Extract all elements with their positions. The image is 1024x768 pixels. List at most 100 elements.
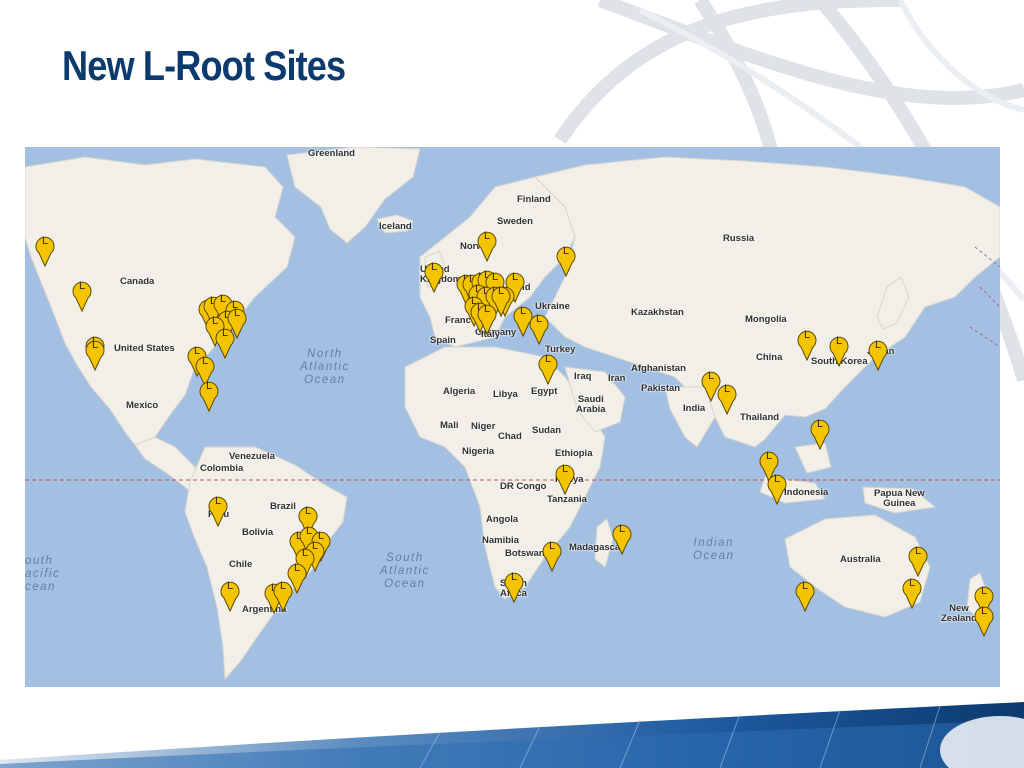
country-label-india: India [683, 403, 706, 414]
country-label-spain: Spain [430, 335, 456, 346]
l-root-site-marker[interactable]: L [424, 259, 444, 294]
marker-letter: L [908, 577, 916, 589]
marker-letter: L [201, 355, 209, 367]
country-label-iraq: Iraq [574, 371, 592, 382]
l-root-site-marker[interactable]: L [72, 278, 92, 313]
country-label-tanzania: Tanzania [547, 494, 587, 505]
marker-letter: L [221, 327, 229, 339]
ocean-label-indian: Indian Ocean [693, 537, 735, 562]
l-root-site-marker[interactable]: L [273, 578, 293, 613]
l-root-site-marker[interactable]: L [795, 578, 815, 613]
marker-letter: L [980, 605, 988, 617]
marker-letter: L [835, 335, 843, 347]
country-label-nigeria: Nigeria [462, 446, 495, 457]
l-root-site-marker[interactable]: L [542, 538, 562, 573]
country-label-kazakhstan: Kazakhstan [631, 307, 684, 318]
marker-letter: L [483, 230, 491, 242]
marker-letter: L [293, 562, 301, 574]
l-root-site-marker[interactable]: L [85, 337, 105, 372]
marker-letter: L [226, 580, 234, 592]
country-label-new-zealand: New Zealand [941, 603, 977, 624]
marker-letter: L [874, 339, 882, 351]
l-root-site-marker[interactable]: L [538, 351, 558, 386]
country-label-papua-new-guinea: Papua New Guinea [874, 488, 925, 509]
country-label-saudi-arabia: Saudi Arabia [576, 394, 606, 415]
marker-letter: L [511, 271, 519, 283]
marker-letter: L [544, 353, 552, 365]
country-label-sweden: Sweden [497, 216, 533, 227]
l-root-site-marker[interactable]: L [868, 337, 888, 372]
country-label-russia: Russia [723, 233, 755, 244]
marker-letter: L [91, 339, 99, 351]
country-label-egypt: Egypt [531, 386, 558, 397]
map-base [25, 147, 1000, 687]
l-root-site-marker[interactable]: L [529, 311, 549, 346]
ocean-label-south-atlantic: South Atlantic Ocean [380, 552, 430, 590]
l-root-site-marker[interactable]: L [902, 575, 922, 610]
ocean-label-north-atlantic: North Atlantic Ocean [300, 348, 350, 386]
country-label-afghanistan: Afghanistan [631, 363, 686, 374]
l-root-site-marker[interactable]: L [829, 333, 849, 368]
l-root-site-marker[interactable]: L [556, 243, 576, 278]
marker-letter: L [430, 261, 438, 273]
l-root-site-marker[interactable]: L [908, 543, 928, 578]
country-label-finland: Finland [517, 194, 551, 205]
country-label-sudan: Sudan [532, 425, 562, 436]
country-label-mongolia: Mongolia [745, 314, 787, 325]
country-label-united-states: United States [114, 343, 175, 354]
marker-letter: L [816, 418, 824, 430]
footer-band-graphic [0, 702, 1024, 768]
country-label-australia: Australia [840, 554, 881, 565]
marker-letter: L [78, 280, 86, 292]
marker-letter: L [980, 585, 988, 597]
country-label-chad: Chad [498, 431, 522, 442]
marker-letter: L [205, 380, 213, 392]
country-label-mexico: Mexico [126, 400, 159, 411]
slide: New L-Root Sites North Atlantic Ocean So… [0, 0, 1024, 768]
l-root-site-marker[interactable]: L [199, 378, 219, 413]
marker-letter: L [491, 271, 499, 283]
country-label-mali: Mali [440, 420, 459, 431]
marker-letter: L [801, 580, 809, 592]
l-root-site-marker[interactable]: L [810, 416, 830, 451]
marker-letter: L [914, 545, 922, 557]
l-root-site-marker[interactable]: L [35, 233, 55, 268]
l-root-site-marker[interactable]: L [477, 228, 497, 263]
marker-letter: L [304, 505, 312, 517]
l-root-site-marker[interactable]: L [797, 327, 817, 362]
l-root-site-marker[interactable]: L [974, 603, 994, 638]
marker-letter: L [723, 383, 731, 395]
country-label-namibia: Namibia [482, 535, 519, 546]
l-root-site-marker[interactable]: L [491, 283, 511, 318]
l-root-site-marker[interactable]: L [220, 578, 240, 613]
country-label-canada: Canada [120, 276, 155, 287]
country-label-ethiopia: Ethiopia [555, 448, 593, 459]
marker-letter: L [214, 495, 222, 507]
country-label-niger: Niger [471, 421, 496, 432]
l-root-site-marker[interactable]: L [208, 493, 228, 528]
l-root-site-marker[interactable]: L [555, 461, 575, 496]
marker-letter: L [562, 245, 570, 257]
marker-letter: L [535, 313, 543, 325]
country-label-indonesia: Indonesia [784, 487, 829, 498]
marker-letter: L [773, 473, 781, 485]
country-label-libya: Libya [493, 389, 518, 400]
marker-letter: L [765, 450, 773, 462]
country-label-colombia: Colombia [200, 463, 244, 474]
marker-letter: L [618, 523, 626, 535]
l-root-site-marker[interactable]: L [717, 381, 737, 416]
slide-title: New L-Root Sites [62, 42, 346, 89]
l-root-site-marker[interactable]: L [504, 569, 524, 604]
country-label-dr-congo: DR Congo [500, 481, 547, 492]
l-root-site-marker[interactable]: L [612, 521, 632, 556]
country-label-algeria: Algeria [443, 386, 476, 397]
country-label-china: China [756, 352, 783, 363]
ocean-label-south-pacific: outh acific cean [25, 555, 61, 593]
marker-letter: L [279, 580, 287, 592]
marker-letter: L [803, 329, 811, 341]
l-root-site-marker[interactable]: L [767, 471, 787, 506]
world-map[interactable]: North Atlantic Ocean South Atlantic Ocea… [25, 147, 1000, 687]
l-root-site-marker[interactable]: L [215, 325, 235, 360]
country-label-brazil: Brazil [270, 501, 296, 512]
marker-letter: L [548, 540, 556, 552]
